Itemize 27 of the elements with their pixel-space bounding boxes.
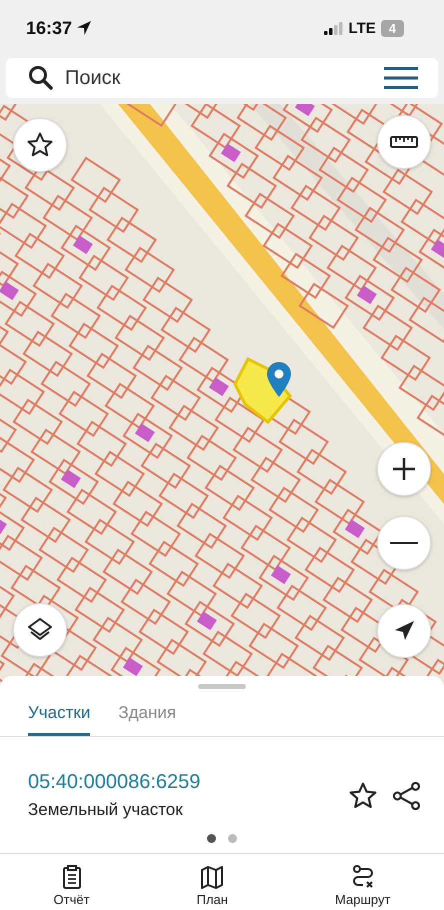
status-time: 16:37	[26, 18, 72, 38]
signal-icon	[324, 22, 344, 34]
favorite-button[interactable]	[348, 780, 378, 810]
nav-button[interactable]: Маршрут	[327, 864, 398, 907]
network-type: LTE	[348, 20, 376, 36]
nav-button[interactable]: План	[188, 864, 236, 907]
share-icon	[392, 780, 422, 810]
nav-button[interactable]: Отчёт	[46, 864, 98, 907]
page-dot[interactable]	[228, 834, 237, 843]
zoom-in-icon	[390, 455, 418, 483]
zoom-out-icon	[390, 542, 418, 544]
tab[interactable]: Здания	[118, 689, 176, 736]
location-arrow-icon	[76, 20, 92, 36]
star-icon	[348, 780, 378, 810]
tab[interactable]: Участки	[28, 689, 90, 736]
drag-handle[interactable]	[198, 684, 246, 689]
share-button[interactable]	[392, 780, 422, 810]
menu-icon[interactable]	[384, 66, 418, 90]
search-icon	[28, 65, 54, 91]
search-field[interactable]: Поиск	[6, 58, 438, 98]
parcel-type: Земельный участок	[28, 800, 184, 820]
battery-level: 4	[380, 20, 404, 36]
favorite-icon	[26, 131, 54, 159]
cadastral-number-link[interactable]: 05:40:000086:6259	[28, 771, 200, 794]
map-icon	[199, 864, 226, 890]
page-dot[interactable]	[207, 834, 216, 843]
location-pin-icon	[266, 362, 292, 398]
